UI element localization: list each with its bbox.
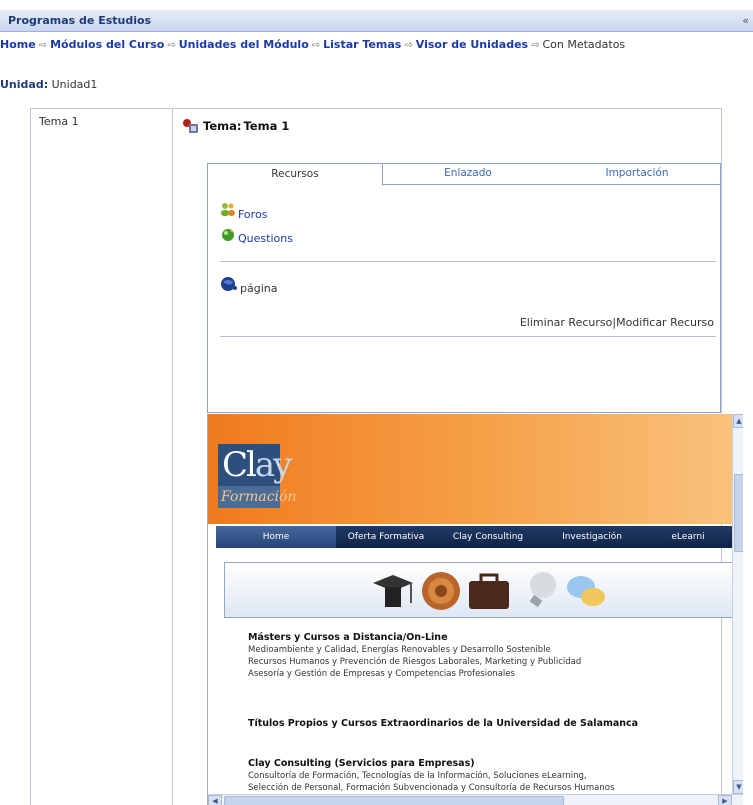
arrow-right-icon: ⇨ xyxy=(311,40,321,51)
logo-box: Clay xyxy=(218,444,292,486)
breadcrumb-home[interactable]: Home xyxy=(0,38,36,51)
section-line: Recursos Humanos y Prevención de Riesgos… xyxy=(248,657,582,667)
nav-oferta-formativa[interactable]: Oferta Formativa xyxy=(336,526,436,548)
breadcrumb-unidades[interactable]: Unidades del Módulo xyxy=(179,38,309,51)
divider xyxy=(220,336,716,337)
tab-recursos[interactable]: Recursos xyxy=(207,163,383,186)
collapse-icon[interactable]: « xyxy=(742,14,749,27)
arrow-right-icon: ⇨ xyxy=(167,40,176,51)
lightbulb-icon[interactable] xyxy=(529,572,556,608)
unidad-value: Unidad1 xyxy=(51,78,98,91)
resources-panel: Recursos Enlazado Importación Foros Ques… xyxy=(207,163,721,413)
briefcase-icon[interactable] xyxy=(469,573,509,609)
section-line: Asesoría y Gestión de Empresas y Compete… xyxy=(248,669,515,679)
delete-resource-link[interactable]: Eliminar Recurso xyxy=(520,316,613,329)
tema-content: Tema: Tema 1 Recursos Enlazado Importaci… xyxy=(173,109,743,805)
resource-pagina-label: página xyxy=(240,282,278,295)
globe-icon xyxy=(220,276,238,295)
horizontal-scrollbar[interactable]: ◀ ▶ xyxy=(208,794,743,805)
divider xyxy=(220,261,716,262)
scroll-right-icon[interactable]: ▶ xyxy=(718,795,732,805)
scroll-down-icon[interactable]: ▼ xyxy=(733,780,743,794)
resource-foros-label: Foros xyxy=(238,208,268,221)
seal-icon[interactable] xyxy=(422,572,460,610)
vertical-scrollbar[interactable]: ▲ ▼ xyxy=(732,414,743,794)
window-title-bar: Programas de Estudios « xyxy=(0,10,753,32)
question-icon xyxy=(220,226,236,245)
resource-actions: Eliminar Recurso|Modificar Recurso xyxy=(520,316,714,329)
section-line: Consultoría de Formación, Tecnologías de… xyxy=(248,771,587,781)
site-section-masters: Másters y Cursos a Distancia/On-Line Med… xyxy=(248,632,581,680)
nav-investigacion[interactable]: Investigación xyxy=(540,526,644,548)
tab-enlazado[interactable]: Enlazado xyxy=(383,163,553,185)
breadcrumb-listar-temas[interactable]: Listar Temas xyxy=(323,38,401,51)
graduation-cap-icon[interactable] xyxy=(373,575,413,607)
people-icon xyxy=(220,202,236,221)
scroll-up-icon[interactable]: ▲ xyxy=(733,414,743,428)
breadcrumb: Home ⇨ Módulos del Curso ⇨ Unidades del Módu… xyxy=(0,38,625,56)
tema-icon xyxy=(181,117,201,135)
nav-elearning[interactable]: eLearni xyxy=(644,526,732,548)
section-heading[interactable]: Títulos Propios y Cursos Extraordinarios… xyxy=(248,718,638,730)
site-header: Clay Formación xyxy=(208,414,732,524)
logo-main: Cl xyxy=(222,445,257,485)
resource-questions-label: Questions xyxy=(238,232,293,245)
clay-logo[interactable]: Clay Formación xyxy=(218,444,296,518)
section-heading[interactable]: Másters y Cursos a Distancia/On-Line xyxy=(248,632,581,644)
arrow-right-icon: ⇨ xyxy=(531,40,540,51)
unidad-info: Unidad: Unidad1 xyxy=(0,78,97,91)
site-section-titulos: Títulos Propios y Cursos Extraordinarios… xyxy=(248,718,638,730)
horizontal-scroll-thumb[interactable] xyxy=(224,796,564,805)
site-icons-banner xyxy=(224,562,734,618)
vertical-scroll-thumb[interactable] xyxy=(734,474,743,552)
tema-label: Tema: xyxy=(203,119,242,133)
scroll-left-icon[interactable]: ◀ xyxy=(208,795,222,805)
resource-foros[interactable]: Foros xyxy=(220,202,267,221)
tab-importacion[interactable]: Importación xyxy=(553,163,721,185)
tema-list-item[interactable]: Tema 1 xyxy=(39,115,79,128)
tab-bar: Recursos Enlazado Importación xyxy=(207,163,721,186)
arrow-right-icon: ⇨ xyxy=(38,40,48,51)
section-line: Selección de Personal, Formación Subvenc… xyxy=(248,783,615,793)
unidad-label: Unidad: xyxy=(0,78,49,91)
section-heading[interactable]: Clay Consulting (Servicios para Empresas… xyxy=(248,758,614,770)
site-section-consulting: Clay Consulting (Servicios para Empresas… xyxy=(248,758,614,794)
nav-home[interactable]: Home xyxy=(216,526,336,548)
breadcrumb-visor[interactable]: Visor de Unidades xyxy=(416,38,528,51)
tema-list: Tema 1 xyxy=(31,109,173,805)
breadcrumb-modulos[interactable]: Módulos del Curso xyxy=(50,38,164,51)
arrow-right-icon: ⇨ xyxy=(404,40,413,51)
tema-name: Tema 1 xyxy=(243,119,290,133)
embedded-page-frame[interactable]: Clay Formación Home Oferta Formativa Cla… xyxy=(207,414,743,805)
section-line: Medioambiente y Calidad, Energías Renova… xyxy=(248,645,551,655)
chat-icon[interactable] xyxy=(567,576,605,606)
unit-viewer: Tema 1 Tema: Tema 1 Recursos Enlazado Im… xyxy=(30,108,743,805)
logo-accent: ay xyxy=(254,445,293,485)
modify-resource-link[interactable]: Modificar Recurso xyxy=(616,316,714,329)
resource-questions[interactable]: Questions xyxy=(220,226,293,245)
site-nav: Home Oferta Formativa Clay Consulting In… xyxy=(216,526,732,548)
tema-heading: Tema: Tema 1 xyxy=(181,117,289,135)
logo-subtitle: Formación xyxy=(218,486,296,508)
logo-text: Clay xyxy=(222,444,293,486)
window-title: Programas de Estudios xyxy=(8,14,152,27)
nav-clay-consulting[interactable]: Clay Consulting xyxy=(436,526,540,548)
breadcrumb-current: Con Metadatos xyxy=(542,38,626,51)
resource-pagina[interactable]: página xyxy=(220,276,277,295)
